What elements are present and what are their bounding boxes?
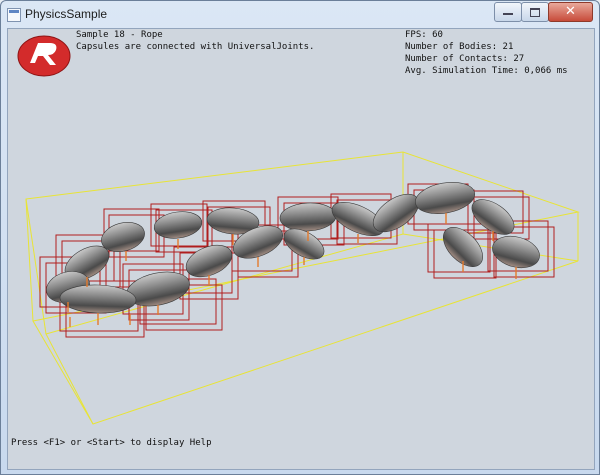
title-bar[interactable]: PhysicsSample ✕ (1, 1, 599, 27)
sim-time-readout: Avg. Simulation Time: 0,066 ms (405, 66, 568, 76)
sample-title: Sample 18 - Rope (76, 30, 163, 40)
close-icon: ✕ (565, 4, 576, 19)
maximize-icon (530, 8, 540, 17)
3d-viewport[interactable]: Sample 18 - Rope Capsules are connected … (7, 28, 595, 470)
application-window: PhysicsSample ✕ Sample 18 - Rope Capsule… (0, 0, 600, 475)
caption-buttons: ✕ (494, 2, 593, 22)
maximize-button[interactable] (521, 2, 549, 22)
physics-scene (25, 151, 580, 425)
minimize-button[interactable] (494, 2, 522, 22)
help-hint: Press <F1> or <Start> to display Help (11, 438, 212, 448)
contacts-readout: Number of Contacts: 27 (405, 54, 525, 64)
window-title: PhysicsSample (25, 7, 108, 21)
close-button[interactable]: ✕ (548, 2, 593, 22)
bodies-readout: Number of Bodies: 21 (405, 42, 514, 52)
fps-readout: FPS: 60 (405, 30, 443, 40)
minimize-icon (503, 13, 513, 15)
app-icon (7, 8, 21, 22)
logo-icon (17, 35, 71, 77)
rope-capsules (46, 182, 540, 314)
sample-description: Capsules are connected with UniversalJoi… (76, 42, 315, 52)
